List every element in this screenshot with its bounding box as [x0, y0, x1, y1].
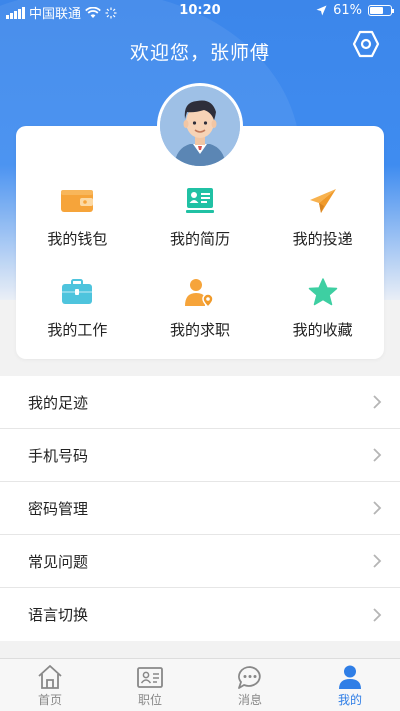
chevron-right-icon	[373, 448, 382, 462]
settings-list: 我的足迹 手机号码 密码管理 常见问题 语言切换	[0, 376, 400, 641]
paper-plane-icon	[306, 184, 340, 218]
tab-mine[interactable]: 我的	[300, 659, 400, 711]
battery-icon	[368, 5, 394, 16]
grid-item-label: 我的钱包	[47, 230, 108, 248]
avatar[interactable]	[157, 83, 243, 169]
tab-home[interactable]: 首页	[0, 659, 100, 711]
grid-item-label: 我的简历	[169, 230, 230, 248]
resume-icon	[183, 184, 217, 218]
tab-label: 我的	[337, 693, 362, 707]
list-item-label: 语言切换	[28, 606, 89, 624]
grid-item-label: 我的工作	[47, 321, 108, 339]
chevron-right-icon	[373, 395, 382, 409]
battery-percent: 61%	[333, 3, 362, 18]
list-item-label: 密码管理	[28, 499, 89, 518]
wallet-icon	[60, 184, 94, 218]
star-icon	[306, 275, 340, 309]
bottom-tab-bar: 首页 职位 消息 我的	[0, 658, 400, 711]
list-item-footprint[interactable]: 我的足迹	[0, 376, 400, 429]
quick-actions-grid: 我的钱包 我的简历 我的投递 我的工作 我的求职 我的收藏	[16, 184, 384, 340]
briefcase-icon	[60, 275, 94, 309]
grid-item-favorites[interactable]: 我的收藏	[261, 275, 384, 340]
status-bar: 中国联通 10:20 61%	[0, 0, 400, 22]
tab-label: 消息	[237, 693, 262, 707]
tab-messages[interactable]: 消息	[200, 659, 300, 711]
list-item-phone[interactable]: 手机号码	[0, 429, 400, 482]
grid-item-label: 我的收藏	[292, 321, 353, 339]
chevron-right-icon	[373, 554, 382, 568]
grid-item-label: 我的求职	[169, 321, 230, 339]
person-icon	[339, 665, 361, 689]
list-item-faq[interactable]: 常见问题	[0, 535, 400, 588]
grid-item-wallet[interactable]: 我的钱包	[16, 184, 139, 249]
settings-hexagon-icon[interactable]	[352, 30, 380, 58]
home-icon	[38, 665, 62, 689]
list-item-password[interactable]: 密码管理	[0, 482, 400, 535]
grid-item-resume[interactable]: 我的简历	[139, 184, 262, 249]
grid-item-delivery[interactable]: 我的投递	[261, 184, 384, 249]
person-location-icon	[183, 275, 217, 309]
location-arrow-icon	[316, 5, 327, 16]
list-item-language[interactable]: 语言切换	[0, 588, 400, 641]
chat-bubble-icon	[238, 666, 261, 689]
id-card-icon	[137, 667, 163, 688]
list-item-label: 常见问题	[28, 552, 89, 571]
list-item-label: 手机号码	[28, 446, 89, 465]
tab-label: 首页	[37, 693, 62, 707]
grid-item-job-search[interactable]: 我的求职	[139, 275, 262, 340]
tab-positions[interactable]: 职位	[100, 659, 200, 711]
chevron-right-icon	[373, 607, 382, 622]
list-item-label: 我的足迹	[28, 393, 89, 412]
grid-item-label: 我的投递	[292, 230, 353, 248]
grid-item-work[interactable]: 我的工作	[16, 275, 139, 340]
welcome-title: 欢迎您，张师傅	[129, 42, 270, 64]
tab-label: 职位	[137, 693, 162, 707]
chevron-right-icon	[373, 501, 382, 515]
